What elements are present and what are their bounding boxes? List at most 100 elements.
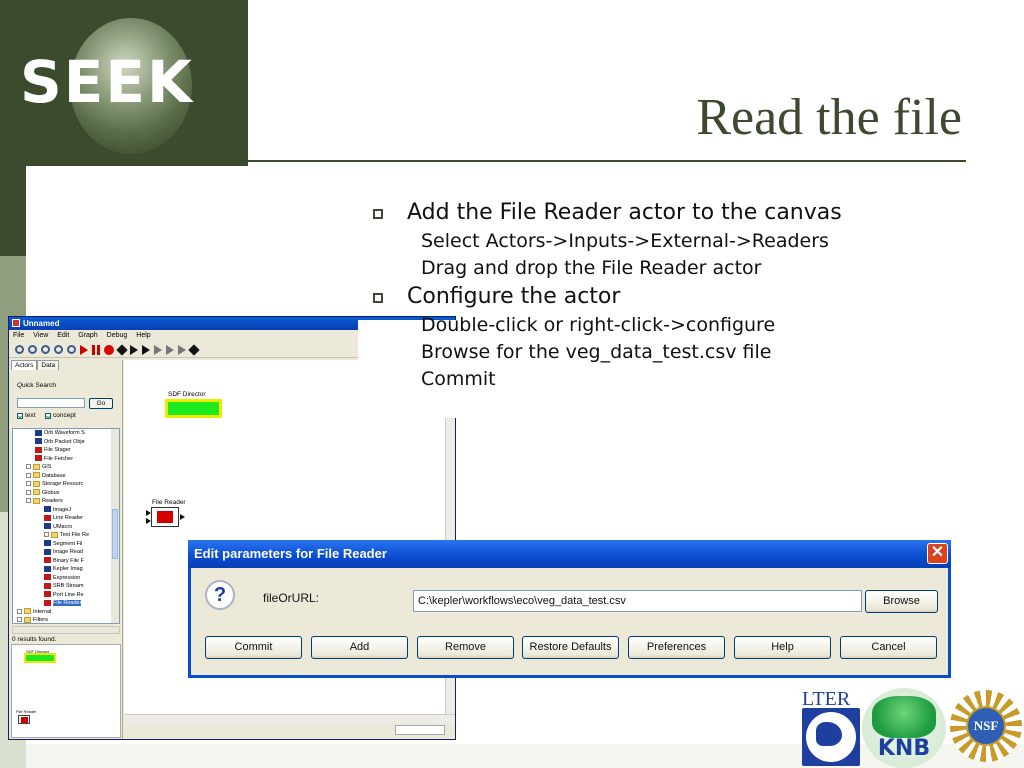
tree-item-label: Segment Fil [53, 540, 83, 547]
relation-arrow-icon[interactable] [178, 344, 186, 355]
io-port-icon[interactable] [154, 344, 162, 355]
knb-logo: KNB [862, 688, 946, 768]
expand-toggle-icon[interactable] [17, 617, 22, 623]
preferences-button[interactable]: Preferences [628, 636, 725, 659]
browse-button[interactable]: Browse [865, 590, 938, 613]
tree-item[interactable]: Database [13, 472, 119, 481]
actor-icon [44, 591, 51, 598]
help-button[interactable]: Help [734, 636, 831, 659]
lter-logo [802, 708, 860, 766]
expand-toggle-icon[interactable] [26, 464, 31, 470]
tree-item[interactable]: Text File Re [13, 531, 119, 540]
close-icon[interactable]: ✕ [927, 543, 948, 564]
menu-file[interactable]: File [13, 332, 24, 339]
tree-item[interactable]: Orb Packet Obje [13, 438, 119, 447]
tree-item[interactable]: Orb Waveform S [13, 429, 119, 438]
tree-item[interactable]: Readers [13, 497, 119, 506]
tree-item[interactable]: File Reader [13, 599, 119, 608]
zoom-out-icon[interactable] [54, 345, 63, 354]
cancel-button[interactable]: Cancel [840, 636, 937, 659]
tab-data[interactable]: Data [37, 360, 60, 370]
tree-item[interactable]: Line Reader [13, 514, 119, 523]
expand-toggle-icon[interactable] [26, 481, 31, 487]
sub-bullet: Double-click or right-click->configure [421, 314, 776, 336]
actor-icon [44, 548, 51, 555]
full-screen-icon[interactable] [67, 345, 76, 354]
tree-item[interactable]: Binary File F [13, 557, 119, 566]
tree-item[interactable]: Globus [13, 489, 119, 498]
menu-debug[interactable]: Debug [107, 332, 128, 339]
tree-item-label: UMacro [53, 523, 73, 530]
kepler-window-title: Unnamed [23, 319, 60, 328]
run-icon[interactable] [80, 344, 88, 355]
concept-checkbox[interactable]: concept [45, 412, 76, 419]
scroll-thumb[interactable] [112, 509, 118, 559]
expand-toggle-icon[interactable] [26, 472, 31, 478]
sdf-director[interactable] [165, 399, 222, 418]
actor-icon [44, 506, 51, 513]
tree-item[interactable]: Segment Fil [13, 540, 119, 549]
zoom-reset-icon[interactable] [28, 345, 37, 354]
navigation-preview[interactable]: SDF Director File Reader [11, 644, 121, 738]
menu-graph[interactable]: Graph [78, 332, 97, 339]
tree-item[interactable]: Storage Resourc [13, 480, 119, 489]
output-port-icon[interactable] [142, 344, 150, 355]
tree-item[interactable]: UMacro [13, 523, 119, 532]
actor-icon [44, 565, 51, 572]
tree-item[interactable]: Port Line Re [13, 591, 119, 600]
square-bullet-icon [373, 209, 383, 219]
menu-help[interactable]: Help [136, 332, 150, 339]
tree-item[interactable]: File Fetcher [13, 455, 119, 464]
stop-icon[interactable] [104, 344, 114, 355]
port-icon[interactable] [116, 343, 128, 356]
tree-item[interactable]: Kepler Imag [13, 565, 119, 574]
folder-icon [51, 531, 58, 538]
restore-defaults-button[interactable]: Restore Defaults [522, 636, 619, 659]
expand-toggle-icon[interactable] [44, 532, 49, 538]
file-or-url-input[interactable]: C:\kepler\workflows\eco\veg_data_test.cs… [413, 590, 862, 612]
search-input[interactable] [17, 398, 85, 408]
square-bullet-icon [373, 293, 383, 303]
relation-icon[interactable] [188, 343, 200, 356]
actor-icon [44, 523, 51, 530]
expand-toggle-icon[interactable] [26, 498, 31, 504]
tree-item[interactable]: ImageJ [13, 506, 119, 515]
remove-button[interactable]: Remove [417, 636, 514, 659]
bullet-text: Configure the actor [407, 284, 621, 309]
tree-item-label: Orb Waveform S [44, 430, 85, 436]
tree-item[interactable]: GIS [13, 463, 119, 472]
tree-item[interactable]: SRB Stream [13, 582, 119, 591]
expand-toggle-icon[interactable] [26, 489, 31, 495]
tree-item[interactable]: Image Read [13, 548, 119, 557]
output-port-icon[interactable] [180, 514, 185, 520]
expand-toggle-icon[interactable] [17, 608, 22, 614]
canvas-horizontal-scrollbar[interactable] [124, 714, 455, 724]
dialog-title-bar[interactable]: Edit parameters for File Reader ✕ [188, 540, 951, 568]
tree-item[interactable]: Internal [13, 608, 119, 617]
tree-item-label: ImageJ [53, 506, 72, 513]
menu-view[interactable]: View [33, 332, 48, 339]
tree-rows: Orb Waveform S Orb Packet Obje File Stager… [13, 429, 119, 623]
add-button[interactable]: Add [311, 636, 408, 659]
nsf-logo: NSF [950, 690, 1022, 762]
tree-item[interactable]: Filters [13, 616, 119, 623]
edit-parameters-dialog: Edit parameters for File Reader ✕ ? file… [188, 540, 951, 678]
input-port-icon[interactable] [130, 344, 138, 355]
tree-item-label: Line Reader [53, 515, 83, 521]
title-rule [248, 160, 966, 162]
checkbox-checked-icon [17, 412, 23, 419]
zoom-in-icon[interactable] [15, 345, 24, 354]
file-reader-actor[interactable] [151, 507, 179, 527]
menu-edit[interactable]: Edit [57, 332, 69, 339]
go-button[interactable]: Go [89, 398, 113, 409]
tree-item[interactable]: File Stager [13, 446, 119, 455]
tree-horizontal-scrollbar[interactable] [12, 626, 120, 634]
multiport-icon[interactable] [166, 344, 174, 355]
tab-actors[interactable]: Actors [11, 360, 38, 370]
commit-button[interactable]: Commit [205, 636, 302, 659]
pause-icon[interactable] [92, 344, 100, 355]
tree-item[interactable]: Expression [13, 574, 119, 583]
text-checkbox[interactable]: text [17, 412, 35, 419]
zoom-fit-icon[interactable] [41, 345, 50, 354]
tree-scrollbar[interactable] [111, 429, 119, 623]
